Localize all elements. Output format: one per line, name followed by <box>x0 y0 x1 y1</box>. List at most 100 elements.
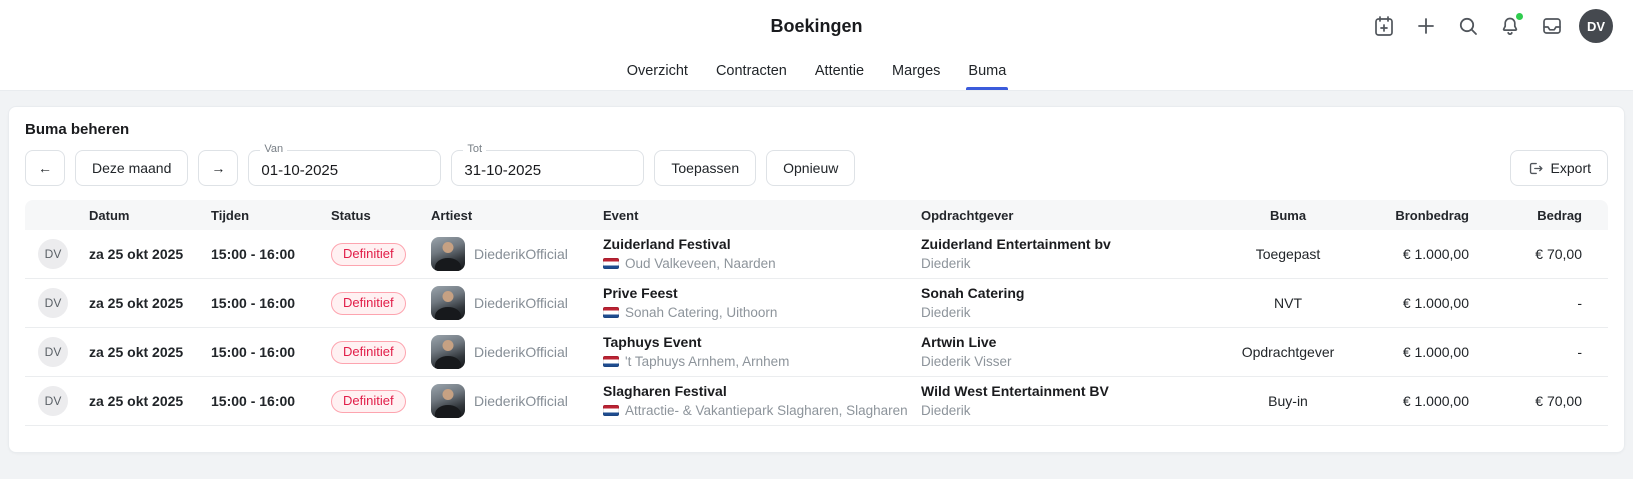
col-bedrag: Bedrag <box>1473 208 1608 223</box>
date-cell: za 25 okt 2025 <box>81 295 203 311</box>
panel-title: Buma beheren <box>25 121 1608 138</box>
plus-icon <box>1414 14 1438 38</box>
status-badge: Definitief <box>331 243 406 266</box>
current-month-button[interactable]: Deze maand <box>75 150 188 186</box>
reset-button[interactable]: Opnieuw <box>766 150 855 186</box>
amount-cell: - <box>1473 295 1608 311</box>
client-contact: Diederik <box>921 401 971 420</box>
artist-name: DiederikOfficial <box>474 393 568 409</box>
nl-flag-icon <box>603 356 619 367</box>
client-cell: Zuiderland Entertainment bv Diederik <box>913 235 1223 273</box>
col-datum: Datum <box>81 208 203 223</box>
client-name: Wild West Entertainment BV <box>921 382 1215 401</box>
tab-bar: Overzicht Contracten Attentie Marges Bum… <box>0 52 1633 91</box>
table-header: Datum Tijden Status Artiest Event Opdrac… <box>25 200 1608 230</box>
time-cell: 15:00 - 16:00 <box>203 344 323 360</box>
time-cell: 15:00 - 16:00 <box>203 393 323 409</box>
tab-attentie[interactable]: Attentie <box>805 52 874 90</box>
export-label: Export <box>1551 160 1591 176</box>
date-cell: za 25 okt 2025 <box>81 344 203 360</box>
search-button[interactable] <box>1453 11 1483 41</box>
event-title: Prive Feest <box>603 284 905 303</box>
calendar-plus-icon <box>1372 14 1396 38</box>
calendar-button[interactable] <box>1369 11 1399 41</box>
col-artiest: Artiest <box>423 208 595 223</box>
amount-cell: € 70,00 <box>1473 246 1608 262</box>
col-buma: Buma <box>1223 208 1353 223</box>
header-icons: DV <box>863 9 1614 43</box>
prev-month-button[interactable]: ← <box>25 150 65 186</box>
tab-buma[interactable]: Buma <box>958 52 1016 90</box>
client-cell: Artwin Live Diederik Visser <box>913 333 1223 371</box>
top-header: Boekingen <box>0 0 1633 52</box>
artist-photo <box>431 286 465 320</box>
table-body: DV za 25 okt 2025 15:00 - 16:00 Definiti… <box>25 230 1608 426</box>
export-button[interactable]: Export <box>1510 150 1608 186</box>
client-name: Sonah Catering <box>921 284 1215 303</box>
tab-label: Contracten <box>716 63 787 79</box>
tab-marges[interactable]: Marges <box>882 52 950 90</box>
search-icon <box>1456 14 1480 38</box>
artist-cell: DiederikOfficial <box>423 335 595 369</box>
source-amount-cell: € 1.000,00 <box>1353 246 1473 262</box>
apply-button[interactable]: Toepassen <box>654 150 756 186</box>
event-cell: Zuiderland Festival Oud Valkeveen, Naard… <box>595 235 913 273</box>
notifications-button[interactable] <box>1495 11 1525 41</box>
event-cell: Taphuys Event 't Taphuys Arnhem, Arnhem <box>595 333 913 371</box>
event-title: Slagharen Festival <box>603 382 905 401</box>
amount-cell: - <box>1473 344 1608 360</box>
event-location: Attractie- & Vakantiepark Slagharen, Sla… <box>625 401 908 420</box>
filter-controls: ← Deze maand → Van Tot Toepassen Opnieuw… <box>25 150 1608 186</box>
main-area: Buma beheren ← Deze maand → Van Tot Toep… <box>0 91 1633 468</box>
row-avatar: DV <box>38 337 68 367</box>
table-row[interactable]: DV za 25 okt 2025 15:00 - 16:00 Definiti… <box>25 230 1608 279</box>
amount-cell: € 70,00 <box>1473 393 1608 409</box>
tab-contracten[interactable]: Contracten <box>706 52 797 90</box>
artist-cell: DiederikOfficial <box>423 286 595 320</box>
buma-cell: NVT <box>1223 295 1353 311</box>
col-tijden: Tijden <box>203 208 323 223</box>
status-badge: Definitief <box>331 341 406 364</box>
next-month-button[interactable]: → <box>198 150 238 186</box>
client-contact: Diederik Visser <box>921 352 1012 371</box>
artist-name: DiederikOfficial <box>474 295 568 311</box>
source-amount-cell: € 1.000,00 <box>1353 344 1473 360</box>
buma-cell: Toegepast <box>1223 246 1353 262</box>
add-button[interactable] <box>1411 11 1441 41</box>
bookings-table: Datum Tijden Status Artiest Event Opdrac… <box>25 200 1608 426</box>
inbox-icon <box>1540 14 1564 38</box>
artist-cell: DiederikOfficial <box>423 237 595 271</box>
user-avatar[interactable]: DV <box>1579 9 1613 43</box>
row-avatar: DV <box>38 386 68 416</box>
col-opdrachtgever: Opdrachtgever <box>913 208 1223 223</box>
row-avatar: DV <box>38 288 68 318</box>
time-cell: 15:00 - 16:00 <box>203 295 323 311</box>
event-cell: Prive Feest Sonah Catering, Uithoorn <box>595 284 913 322</box>
source-amount-cell: € 1.000,00 <box>1353 393 1473 409</box>
col-event: Event <box>595 208 913 223</box>
event-cell: Slagharen Festival Attractie- & Vakantie… <box>595 382 913 420</box>
source-amount-cell: € 1.000,00 <box>1353 295 1473 311</box>
artist-cell: DiederikOfficial <box>423 384 595 418</box>
artist-name: DiederikOfficial <box>474 246 568 262</box>
client-contact: Diederik <box>921 303 971 322</box>
event-title: Zuiderland Festival <box>603 235 905 254</box>
buma-panel: Buma beheren ← Deze maand → Van Tot Toep… <box>8 106 1625 453</box>
nl-flag-icon <box>603 307 619 318</box>
client-name: Artwin Live <box>921 333 1215 352</box>
table-row[interactable]: DV za 25 okt 2025 15:00 - 16:00 Definiti… <box>25 279 1608 328</box>
time-cell: 15:00 - 16:00 <box>203 246 323 262</box>
date-to-label: Tot <box>463 143 486 156</box>
date-cell: za 25 okt 2025 <box>81 246 203 262</box>
table-row[interactable]: DV za 25 okt 2025 15:00 - 16:00 Definiti… <box>25 377 1608 426</box>
inbox-button[interactable] <box>1537 11 1567 41</box>
tab-label: Overzicht <box>627 63 688 79</box>
nl-flag-icon <box>603 405 619 416</box>
event-location: Oud Valkeveen, Naarden <box>625 254 776 273</box>
event-location: 't Taphuys Arnhem, Arnhem <box>625 352 789 371</box>
artist-photo <box>431 335 465 369</box>
notification-dot <box>1515 12 1524 21</box>
tab-overzicht[interactable]: Overzicht <box>617 52 698 90</box>
table-row[interactable]: DV za 25 okt 2025 15:00 - 16:00 Definiti… <box>25 328 1608 377</box>
event-location: Sonah Catering, Uithoorn <box>625 303 777 322</box>
